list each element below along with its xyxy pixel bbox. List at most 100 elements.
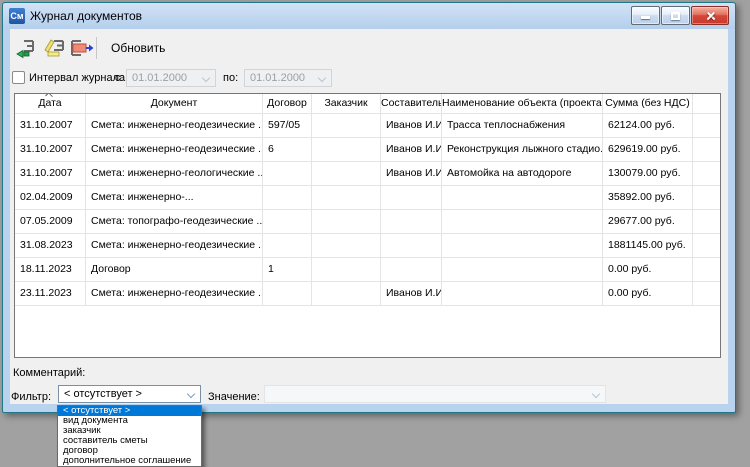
value-select xyxy=(264,385,606,403)
column-header-sum[interactable]: Сумма (без НДС) xyxy=(603,94,693,113)
cell-date[interactable]: 18.11.2023 xyxy=(15,258,86,281)
filter-label: Фильтр: xyxy=(11,388,51,407)
cell-customer[interactable] xyxy=(312,162,381,185)
cell-author[interactable]: Иванов И.И. xyxy=(381,138,442,161)
cell-object[interactable]: Трасса теплоснабжения xyxy=(442,114,603,137)
cell-sum[interactable]: 0.00 руб. xyxy=(603,258,693,281)
cell-object[interactable]: Реконструкция лыжного стадио... xyxy=(442,138,603,161)
chevron-down-icon xyxy=(187,390,195,398)
cell-document[interactable]: Смета: инженерно-геологические ... xyxy=(86,162,263,185)
refresh-button[interactable]: Обновить xyxy=(107,37,169,59)
cell-contract[interactable] xyxy=(263,210,312,233)
column-header-contract[interactable]: Договор xyxy=(263,94,312,113)
cell-author[interactable]: Иванов И.И. xyxy=(381,282,442,305)
cell-document[interactable]: Смета: инженерно-геодезические ... xyxy=(86,138,263,161)
table-row[interactable]: 02.04.2009 Смета: инженерно-... 35892.00… xyxy=(15,186,720,210)
dropdown-item[interactable]: < отсутствует > xyxy=(58,406,201,416)
exit-journal-icon[interactable] xyxy=(16,37,42,59)
cell-contract[interactable] xyxy=(263,234,312,257)
filter-selected-value: < отсутствует > xyxy=(64,388,142,400)
cell-sum[interactable]: 629619.00 руб. xyxy=(603,138,693,161)
cell-date[interactable]: 31.10.2007 xyxy=(15,114,86,137)
minimize-button[interactable] xyxy=(631,6,660,25)
cell-customer[interactable] xyxy=(312,186,381,209)
dropdown-item[interactable]: вид документа xyxy=(58,416,201,426)
cell-object[interactable] xyxy=(442,186,603,209)
titlebar[interactable]: См Журнал документов xyxy=(3,3,735,29)
cell-date[interactable]: 31.10.2007 xyxy=(15,162,86,185)
cell-contract[interactable] xyxy=(263,282,312,305)
table-row[interactable]: 23.11.2023 Смета: инженерно-геодезически… xyxy=(15,282,720,306)
chevron-down-icon xyxy=(318,74,326,82)
cell-document[interactable]: Смета: инженерно-геодезические ... xyxy=(86,234,263,257)
cell-sum[interactable]: 29677.00 руб. xyxy=(603,210,693,233)
edit-document-icon[interactable] xyxy=(42,37,68,59)
cell-object[interactable] xyxy=(442,210,603,233)
dropdown-item[interactable]: договор xyxy=(58,446,201,456)
cell-object[interactable] xyxy=(442,258,603,281)
cell-customer[interactable] xyxy=(312,282,381,305)
value-label: Значение: xyxy=(208,388,260,407)
column-header-object[interactable]: Наименование объекта (проекта) xyxy=(442,94,603,113)
cell-author[interactable] xyxy=(381,210,442,233)
cell-date[interactable]: 02.04.2009 xyxy=(15,186,86,209)
cell-sum[interactable]: 62124.00 руб. xyxy=(603,114,693,137)
table-row[interactable]: 31.10.2007 Смета: инженерно-геодезически… xyxy=(15,114,720,138)
cell-customer[interactable] xyxy=(312,234,381,257)
cell-contract[interactable]: 6 xyxy=(263,138,312,161)
window-content: Обновить Интервал журнала с: 01.01.2000 … xyxy=(10,29,728,404)
cell-object[interactable] xyxy=(442,282,603,305)
cell-sum[interactable]: 130079.00 руб. xyxy=(603,162,693,185)
interval-checkbox[interactable] xyxy=(12,71,25,84)
cell-sum[interactable]: 0.00 руб. xyxy=(603,282,693,305)
cell-date[interactable]: 31.08.2023 xyxy=(15,234,86,257)
cell-contract[interactable]: 597/05 xyxy=(263,114,312,137)
filter-select[interactable]: < отсутствует > xyxy=(58,385,201,403)
maximize-icon xyxy=(671,12,680,20)
column-header-date[interactable]: Дата xyxy=(15,94,86,113)
cell-object[interactable]: Автомойка на автодороге xyxy=(442,162,603,185)
cell-author[interactable] xyxy=(381,234,442,257)
cell-customer[interactable] xyxy=(312,210,381,233)
date-to-select: 01.01.2000 xyxy=(244,69,332,87)
column-header-document[interactable]: Документ xyxy=(86,94,263,113)
cell-contract[interactable] xyxy=(263,186,312,209)
column-header-filler xyxy=(693,94,720,113)
cell-customer[interactable] xyxy=(312,138,381,161)
dropdown-item[interactable]: заказчик xyxy=(58,426,201,436)
maximize-button[interactable] xyxy=(661,6,690,25)
cell-sum[interactable]: 1881145.00 руб. xyxy=(603,234,693,257)
cell-contract[interactable] xyxy=(263,162,312,185)
cell-object[interactable] xyxy=(442,234,603,257)
cell-author[interactable] xyxy=(381,258,442,281)
table-row[interactable]: 18.11.2023 Договор 1 0.00 руб. xyxy=(15,258,720,282)
cell-document[interactable]: Договор xyxy=(86,258,263,281)
cell-document[interactable]: Смета: топографо-геодезические ... xyxy=(86,210,263,233)
cell-document[interactable]: Смета: инженерно-геодезические ... xyxy=(86,114,263,137)
cell-customer[interactable] xyxy=(312,258,381,281)
table-row[interactable]: 31.10.2007 Смета: инженерно-геологически… xyxy=(15,162,720,186)
cell-date[interactable]: 23.11.2023 xyxy=(15,282,86,305)
minimize-icon xyxy=(641,16,650,19)
open-document-icon[interactable] xyxy=(68,37,94,59)
cell-contract[interactable]: 1 xyxy=(263,258,312,281)
close-button[interactable] xyxy=(691,6,729,25)
cell-date[interactable]: 31.10.2007 xyxy=(15,138,86,161)
column-header-author[interactable]: Составитель xyxy=(381,94,442,113)
cell-customer[interactable] xyxy=(312,114,381,137)
cell-author[interactable]: Иванов И.И. xyxy=(381,162,442,185)
dropdown-item[interactable]: дополнительное соглашение xyxy=(58,456,201,466)
cell-author[interactable]: Иванов И.И. xyxy=(381,114,442,137)
dropdown-item[interactable]: составитель сметы xyxy=(58,436,201,446)
table-row[interactable]: 31.08.2023 Смета: инженерно-геодезически… xyxy=(15,234,720,258)
table-row[interactable]: 31.10.2007 Смета: инженерно-геодезически… xyxy=(15,138,720,162)
table-row[interactable]: 07.05.2009 Смета: топографо-геодезически… xyxy=(15,210,720,234)
cell-sum[interactable]: 35892.00 руб. xyxy=(603,186,693,209)
cell-date[interactable]: 07.05.2009 xyxy=(15,210,86,233)
cell-document[interactable]: Смета: инженерно-... xyxy=(86,186,263,209)
cell-document[interactable]: Смета: инженерно-геодезические ... xyxy=(86,282,263,305)
date-from-label: с: xyxy=(115,72,124,84)
column-header-customer[interactable]: Заказчик xyxy=(312,94,381,113)
filter-dropdown-list: < отсутствует > вид документа заказчик с… xyxy=(57,405,202,467)
cell-author[interactable] xyxy=(381,186,442,209)
